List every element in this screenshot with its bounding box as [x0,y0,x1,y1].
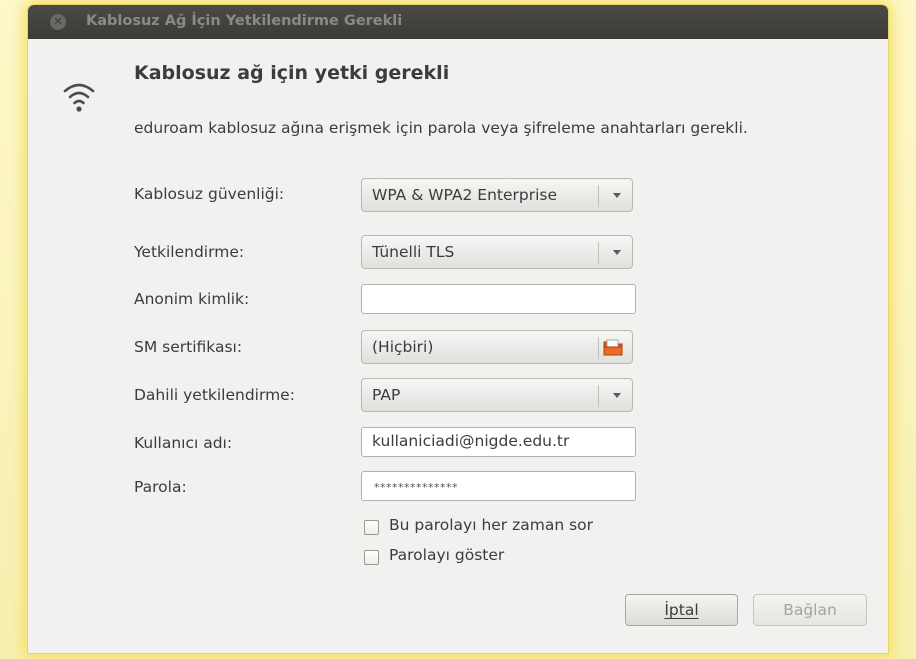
auth-dialog-window: ✕ Kablosuz Ağ İçin Yetkilendirme Gerekli… [28,5,888,653]
security-combo[interactable]: WPA & WPA2 Enterprise [361,178,633,212]
inner-auth-combo-value: PAP [372,386,401,404]
password-value: ************** [374,481,458,494]
password-input[interactable]: ************** [361,471,636,501]
ca-certificate-label: SM sertifikası: [134,338,243,356]
authentication-label: Yetkilendirme: [134,243,245,261]
anonymous-identity-label: Anonim kimlik: [134,290,250,308]
chevron-down-icon [613,193,621,198]
window-title: Kablosuz Ağ İçin Yetkilendirme Gerekli [86,13,403,29]
combo-separator [598,242,599,264]
combo-separator [598,385,599,407]
combo-separator [598,337,599,359]
ca-certificate-chooser[interactable]: (Hiçbiri) [361,330,633,364]
chevron-down-icon [613,393,621,398]
username-label: Kullanıcı adı: [134,434,233,452]
ca-certificate-value: (Hiçbiri) [372,338,434,356]
security-label: Kablosuz güvenliği: [134,185,285,203]
inner-auth-label: Dahili yetkilendirme: [134,386,295,404]
close-icon[interactable]: ✕ [50,14,66,30]
cancel-button-label: İptal [664,601,699,619]
show-password-checkbox[interactable] [364,550,379,565]
cancel-button[interactable]: İptal [625,594,738,626]
wifi-icon [63,83,95,112]
ask-always-checkbox[interactable] [364,520,379,535]
username-input[interactable]: kullaniciadi@nigde.edu.tr [361,427,636,457]
authentication-combo[interactable]: Tünelli TLS [361,235,633,269]
anonymous-identity-input[interactable] [361,284,636,314]
authentication-combo-value: Tünelli TLS [372,243,455,261]
ask-always-label[interactable]: Bu parolayı her zaman sor [389,516,593,534]
connect-button-label: Bağlan [783,601,837,619]
title-bar[interactable]: ✕ Kablosuz Ağ İçin Yetkilendirme Gerekli [28,5,888,39]
connect-button[interactable]: Bağlan [753,594,867,626]
dialog-description: eduroam kablosuz ağına erişmek için paro… [134,119,748,137]
inner-auth-combo[interactable]: PAP [361,378,633,412]
chevron-down-icon [613,250,621,255]
security-combo-value: WPA & WPA2 Enterprise [372,186,558,204]
dialog-heading: Kablosuz ağ için yetki gerekli [134,62,450,84]
username-value: kullaniciadi@nigde.edu.tr [372,432,570,450]
show-password-label[interactable]: Parolayı göster [389,546,504,564]
folder-icon [603,339,623,356]
combo-separator [598,185,599,207]
password-label: Parola: [134,478,187,496]
